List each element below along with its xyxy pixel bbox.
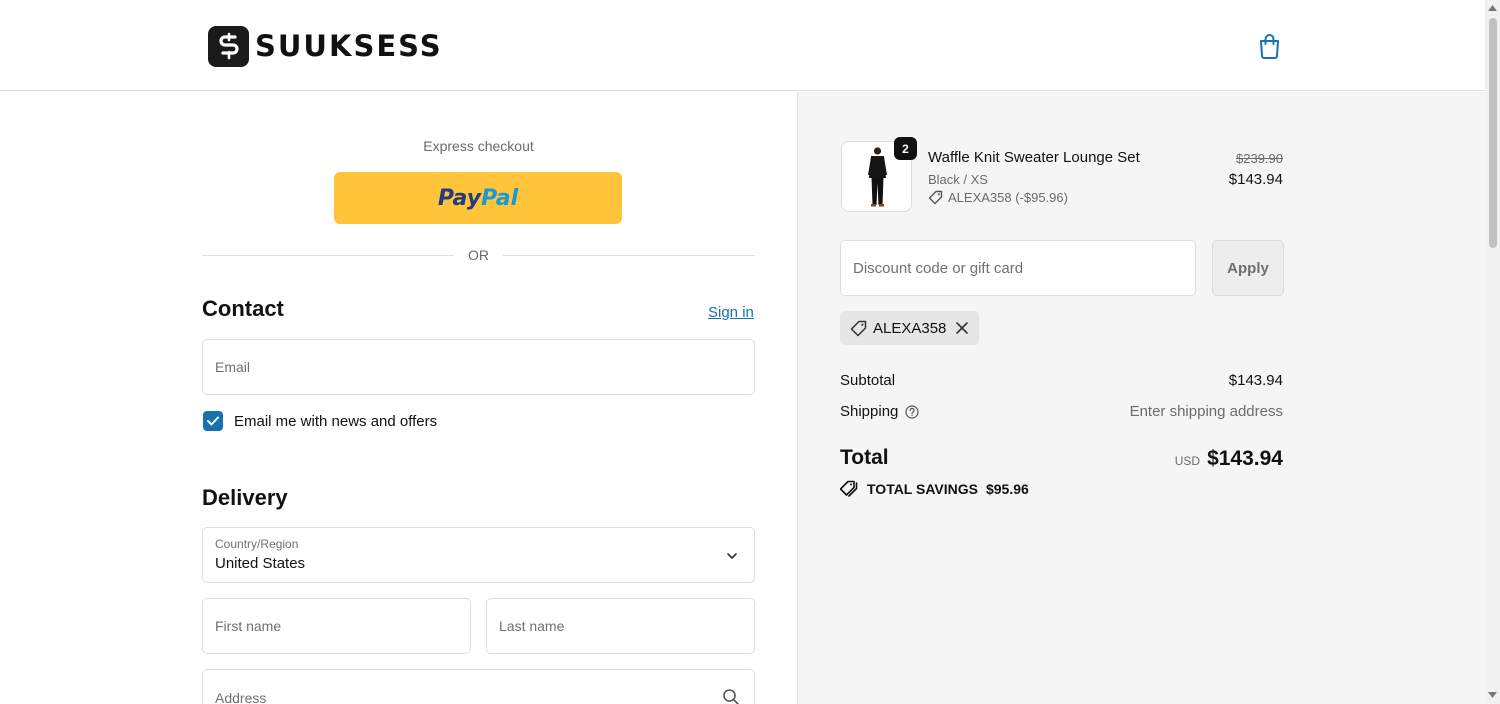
product-discount: ALEXA358 (-$95.96)	[928, 190, 1068, 205]
total-amount: $143.94	[1207, 447, 1283, 470]
scroll-up-arrow-icon[interactable]	[1488, 5, 1497, 11]
tag-icon	[850, 320, 867, 336]
newsletter-checkbox[interactable]	[203, 411, 223, 431]
paypal-logo-pal: Pal	[481, 185, 519, 211]
product-original-price: $239.90	[1236, 151, 1283, 166]
or-divider: OR	[202, 246, 755, 264]
address-field[interactable]	[202, 669, 755, 704]
brand-name: SUUKSESS	[255, 29, 443, 63]
total-currency: USD	[1174, 454, 1201, 468]
close-icon[interactable]	[955, 321, 969, 335]
applied-code-text: ALEXA358	[873, 319, 947, 337]
discount-code-field[interactable]	[840, 240, 1196, 296]
scrollbar-thumb[interactable]	[1489, 18, 1497, 248]
checkout-form-panel: Express checkout Pay Pal OR Contact Sign …	[0, 92, 797, 704]
shopping-bag-icon[interactable]	[1257, 33, 1282, 59]
savings-value: $95.96	[985, 480, 1029, 497]
subtotal-value: $143.94	[1228, 372, 1283, 389]
shipping-row: Shipping	[840, 403, 919, 420]
search-icon	[723, 689, 739, 704]
header: SUUKSESS	[0, 0, 1485, 91]
country-label: Country/Region	[215, 537, 299, 551]
help-icon[interactable]	[905, 404, 919, 419]
last-name-field[interactable]	[486, 598, 755, 654]
product-discount-text: ALEXA358 (-$95.96)	[948, 190, 1068, 205]
checkmark-icon	[207, 416, 219, 426]
order-summary-panel: 2 Waffle Knit Sweater Lounge Set Black /…	[797, 92, 1485, 704]
subtotal-label: Subtotal	[840, 372, 896, 389]
sign-in-link[interactable]: Sign in	[708, 304, 754, 321]
divider-line	[202, 254, 454, 256]
email-input[interactable]	[215, 340, 754, 394]
paypal-button[interactable]: Pay Pal	[334, 172, 622, 224]
newsletter-label[interactable]: Email me with news and offers	[234, 413, 437, 430]
contact-title: Contact	[202, 296, 284, 321]
paypal-logo-pay: Pay	[437, 185, 482, 211]
country-value: United States	[215, 555, 306, 572]
divider-line	[503, 254, 755, 256]
shipping-label: Shipping	[840, 403, 899, 420]
savings-label: TOTAL SAVINGS	[867, 480, 978, 497]
delivery-title: Delivery	[202, 485, 288, 510]
shipping-value: Enter shipping address	[1129, 403, 1283, 420]
discount-code-input[interactable]	[853, 259, 1195, 277]
total-label: Total	[840, 446, 889, 469]
scroll-down-arrow-icon[interactable]	[1488, 692, 1497, 698]
product-variant: Black / XS	[928, 172, 988, 187]
or-text: OR	[468, 247, 489, 263]
page-scrollbar[interactable]	[1485, 0, 1500, 704]
savings-tags-icon	[840, 480, 858, 497]
brand-logo[interactable]: SUUKSESS	[208, 25, 443, 67]
apply-discount-button[interactable]: Apply	[1212, 240, 1284, 296]
product-price: $143.94	[1228, 171, 1283, 188]
brand-logo-mark-icon	[208, 25, 249, 67]
total-savings: TOTAL SAVINGS $95.96	[840, 480, 1029, 497]
chevron-down-icon	[727, 553, 737, 559]
address-input[interactable]	[215, 688, 754, 704]
country-select[interactable]: Country/Region United States	[202, 527, 755, 583]
first-name-field[interactable]	[202, 598, 471, 654]
quantity-badge: 2	[894, 137, 917, 160]
product-name: Waffle Knit Sweater Lounge Set	[928, 149, 1140, 166]
total-value: USD $143.94	[1175, 447, 1283, 471]
last-name-input[interactable]	[499, 599, 754, 653]
first-name-input[interactable]	[215, 599, 470, 653]
applied-code-chip: ALEXA358	[840, 311, 979, 345]
email-field[interactable]	[202, 339, 755, 395]
express-checkout-label: Express checkout	[423, 138, 534, 154]
tag-icon	[928, 190, 943, 205]
